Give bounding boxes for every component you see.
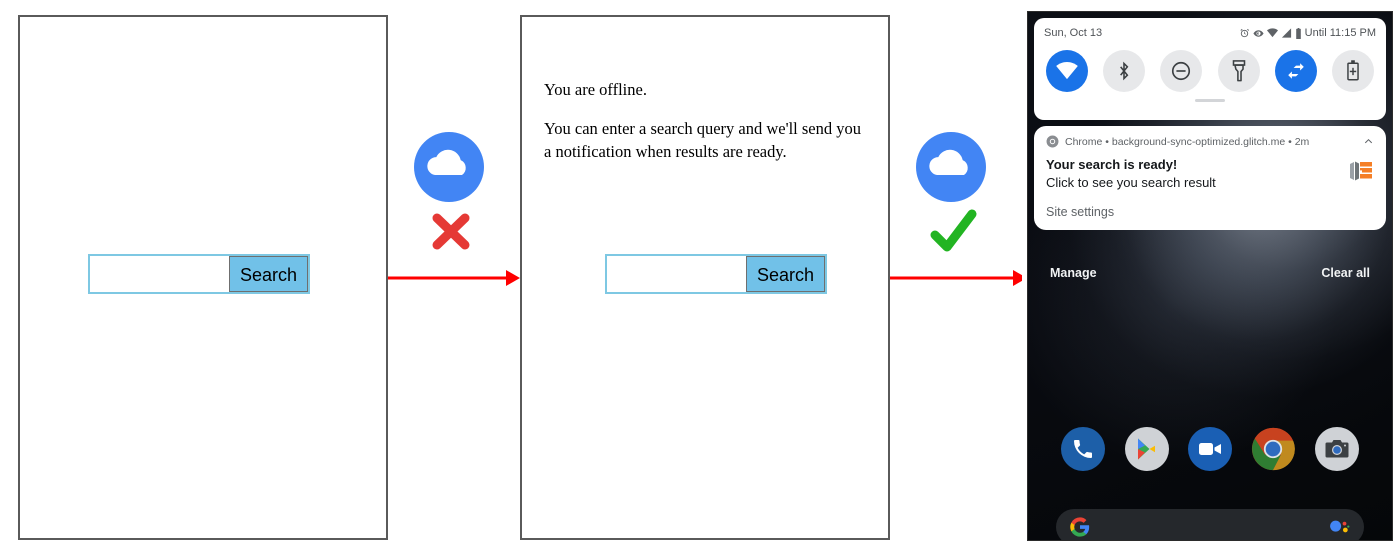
notification-card[interactable]: Chrome • background-sync-optimized.glitc… (1034, 126, 1386, 231)
dnd-eye-icon (1253, 29, 1264, 37)
notification-source: Chrome • background-sync-optimized.glitc… (1065, 135, 1310, 148)
shade-drag-handle[interactable] (1195, 99, 1225, 102)
status-bar-date: Sun, Oct 13 (1044, 27, 1103, 39)
dock-icon-play-store[interactable] (1124, 427, 1169, 471)
cloud-icon (414, 132, 484, 202)
connector-online-success (890, 0, 1022, 552)
chevron-up-icon[interactable] (1363, 136, 1374, 147)
clear-all-button[interactable]: Clear all (1321, 266, 1370, 280)
auto-rotate-tile[interactable] (1274, 50, 1317, 92)
dock-icon-phone[interactable] (1061, 427, 1106, 471)
browser-panel-offline-search: Search (18, 15, 388, 540)
dock-icon-camera[interactable] (1314, 427, 1359, 471)
battery-icon (1295, 27, 1301, 39)
notification-title: Your search is ready! (1046, 157, 1178, 172)
search-button[interactable]: Search (745, 256, 825, 292)
chrome-icon (1046, 135, 1059, 148)
glitch-logo-icon (1350, 161, 1372, 181)
offline-message-text: You are offline. You can enter a search … (544, 79, 864, 163)
connector-offline-failure (388, 0, 520, 552)
bluetooth-tile[interactable] (1103, 50, 1146, 92)
alarm-icon (1240, 28, 1249, 37)
battery-saver-tile[interactable] (1331, 50, 1374, 92)
notification-subtitle: Click to see you search result (1046, 174, 1216, 190)
right-arrow-icon (388, 270, 520, 286)
search-button[interactable]: Search (228, 256, 308, 292)
status-bar: Sun, Oct 13 Until 11:15 PM (1034, 18, 1386, 44)
google-assistant-icon (1330, 520, 1350, 533)
chrome-icon (1252, 427, 1296, 471)
camera-icon (1325, 440, 1349, 458)
auto-rotate-icon (1287, 63, 1304, 79)
do-not-disturb-icon (1172, 61, 1191, 81)
browser-panel-offline-message: You are offline. You can enter a search … (520, 15, 890, 540)
search-input[interactable] (607, 256, 746, 292)
dock-icon-duo[interactable] (1187, 427, 1232, 471)
dnd-until-label: Until 11:15 PM (1304, 27, 1376, 39)
status-bar-icons: Until 11:15 PM (1239, 27, 1376, 39)
cloud-icon (916, 132, 986, 202)
android-phone-screenshot: Sun, Oct 13 Until 11:15 PM Chrome • back… (1027, 11, 1393, 541)
home-screen-dock (1028, 427, 1392, 471)
do-not-disturb-tile[interactable] (1160, 50, 1203, 92)
notification-text-block: Your search is ready! Click to see you s… (1046, 156, 1340, 191)
search-input[interactable] (90, 256, 229, 292)
notification-body: Your search is ready! Click to see you s… (1046, 156, 1374, 191)
manage-button[interactable]: Manage (1050, 266, 1097, 280)
offline-line-2: You can enter a search query and we'll s… (544, 119, 861, 161)
video-camera-icon (1198, 443, 1221, 455)
wifi-icon (1266, 28, 1278, 38)
right-arrow-icon (890, 270, 1022, 286)
play-store-icon (1137, 438, 1155, 460)
flashlight-tile[interactable] (1217, 50, 1260, 92)
quick-settings-sheet: Sun, Oct 13 Until 11:15 PM (1034, 18, 1386, 120)
search-widget[interactable]: Search (88, 254, 310, 294)
green-check-icon (930, 209, 977, 252)
notification-shade-footer: Manage Clear all (1034, 262, 1386, 284)
google-g-icon (1070, 517, 1090, 537)
google-search-pill[interactable] (1056, 509, 1364, 540)
wifi-tile[interactable] (1046, 50, 1088, 92)
site-settings-action[interactable]: Site settings (1046, 205, 1374, 219)
phone-icon (1074, 440, 1093, 458)
notification-header: Chrome • background-sync-optimized.glitc… (1046, 135, 1374, 148)
offline-line-1: You are offline. (544, 80, 647, 99)
signal-icon (1281, 28, 1291, 38)
red-x-icon (432, 213, 470, 250)
quick-settings-tiles (1034, 44, 1386, 92)
battery-saver-icon (1347, 60, 1359, 81)
flashlight-icon (1232, 60, 1245, 82)
search-widget[interactable]: Search (605, 254, 827, 294)
wifi-icon (1056, 62, 1078, 80)
bluetooth-icon (1120, 61, 1129, 81)
dock-icon-chrome[interactable] (1251, 427, 1296, 471)
